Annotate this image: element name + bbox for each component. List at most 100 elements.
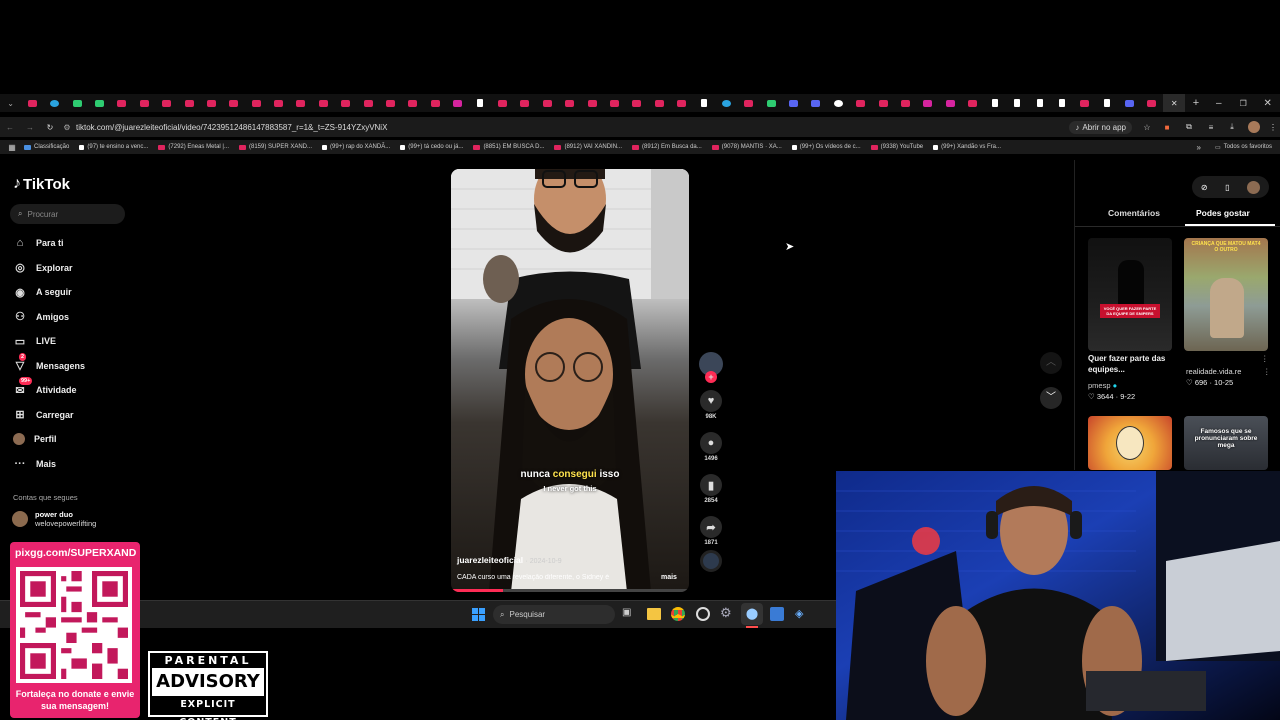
tab-may-like[interactable]: Podes gostar (1196, 208, 1250, 218)
browser-menu-icon[interactable]: ⋮ (1266, 123, 1280, 132)
video-card[interactable]: CRIANÇA QUE MATOU MAT4 O OUTRO (1184, 238, 1268, 351)
bookmark-icon[interactable]: ▮ (700, 474, 722, 496)
browser-tab[interactable] (626, 94, 648, 112)
browser-tab[interactable] (1006, 94, 1028, 112)
creator-avatar[interactable]: + (699, 352, 723, 383)
card-more-icon[interactable]: ⋮ (1263, 367, 1271, 377)
bookmarks-overflow-icon[interactable]: » (1197, 143, 1201, 152)
browser-tab[interactable] (1096, 94, 1118, 112)
settings-gear-icon[interactable]: ⚙ (720, 605, 732, 621)
browser-tab[interactable] (447, 94, 469, 112)
browser-tab[interactable] (782, 94, 804, 112)
browser-tab[interactable] (88, 94, 110, 112)
task-view-icon[interactable]: ▣ (622, 607, 636, 621)
bookmark-item[interactable]: (99+) Os vídeos de c... (791, 144, 861, 150)
bookmark-item[interactable]: (8912) VAI XANDIN... (554, 144, 622, 150)
browser-tab[interactable] (827, 94, 849, 112)
sidebar-item-perfil[interactable]: Perfil (0, 427, 140, 452)
scroll-up-button[interactable]: ︿ (1040, 352, 1062, 374)
all-bookmarks-link[interactable]: Todos os favoritos (1224, 144, 1272, 150)
browser-tab[interactable] (21, 94, 43, 112)
new-tab-button[interactable]: + (1185, 94, 1206, 112)
card-author-name[interactable]: pmesp (1088, 381, 1111, 390)
close-tab-icon[interactable]: ✕ (1163, 94, 1186, 112)
card-more-icon[interactable]: ⋮ (1261, 354, 1269, 364)
browser-tab[interactable] (1141, 94, 1163, 112)
sidebar-item-carregar[interactable]: ⊞ Carregar (0, 403, 140, 428)
browser-tab[interactable] (514, 94, 536, 112)
sidebar-item-para-ti[interactable]: ⌂ Para ti (0, 231, 140, 256)
bookmark-item[interactable]: (7292) Eneas Metal |... (158, 144, 229, 150)
bookmark-item[interactable]: (99+) tá cedo ou já... (400, 144, 463, 150)
video-more-link[interactable]: mais (661, 574, 677, 581)
sidebar-item-live[interactable]: ▭ LIVE (0, 329, 140, 354)
extensions-puzzle-icon[interactable]: ⧉ (1178, 122, 1200, 132)
bookmark-item[interactable]: (97) te ensino a venc... (79, 144, 148, 150)
user-avatar[interactable] (1247, 180, 1261, 194)
browser-tab[interactable] (1073, 94, 1095, 112)
browser-tab[interactable] (917, 94, 939, 112)
browser-tab[interactable] (805, 94, 827, 112)
tiktok-logo[interactable]: ♪ TikTok (13, 175, 70, 193)
browser-tab[interactable] (1051, 94, 1073, 112)
browser-tab[interactable] (155, 94, 177, 112)
browser-tab[interactable] (66, 94, 88, 112)
browser-tab[interactable] (1118, 94, 1140, 112)
video-progress[interactable] (451, 589, 689, 592)
browser-tab[interactable] (581, 94, 603, 112)
bookmark-item[interactable]: (9078) MANTIS · XA... (711, 144, 782, 150)
extension-icon[interactable]: ■ (1156, 123, 1178, 132)
browser-tab[interactable] (939, 94, 961, 112)
video-card[interactable]: Famosos que se pronunciaram sobre mega (1184, 416, 1268, 470)
tab-search-menu-icon[interactable]: ⌄ (0, 94, 21, 112)
browser-tab[interactable] (670, 94, 692, 112)
browser-tab[interactable] (200, 94, 222, 112)
browser-tab[interactable] (738, 94, 760, 112)
sidebar-item-amigos[interactable]: ⚇ Amigos (0, 305, 140, 330)
sidebar-item-a-seguir[interactable]: ◉ A seguir (0, 280, 140, 305)
browser-tab[interactable] (603, 94, 625, 112)
close-window-button[interactable]: ✕ (1256, 98, 1280, 109)
browser-tab[interactable] (290, 94, 312, 112)
search-box[interactable]: ⌕ Procurar (10, 204, 125, 224)
profile-avatar[interactable] (1248, 121, 1260, 133)
browser-tab[interactable] (715, 94, 737, 112)
browser-tab[interactable] (223, 94, 245, 112)
compass-icon[interactable]: ⊘ (1201, 183, 1208, 192)
bookmark-item[interactable]: (8851) EM BUSCA D... (473, 144, 544, 150)
comment-icon[interactable]: ● (700, 432, 722, 454)
browser-tab[interactable] (760, 94, 782, 112)
browser-tab[interactable] (469, 94, 491, 112)
steam-icon[interactable]: ⬤ (741, 603, 763, 625)
apps-grid-icon[interactable]: ▦ (0, 143, 24, 152)
url-field[interactable]: tiktok.com/@juarezleiteoficial/video/742… (76, 123, 1069, 132)
card-title[interactable]: realidade.vida.re (1186, 367, 1241, 377)
browser-tab[interactable] (648, 94, 670, 112)
follow-plus-icon[interactable]: + (705, 371, 717, 383)
like-heart-icon[interactable]: ♥ (700, 390, 722, 412)
browser-tab[interactable] (312, 94, 334, 112)
browser-tab[interactable] (245, 94, 267, 112)
maximize-button[interactable]: ❐ (1231, 99, 1256, 108)
media-icon[interactable]: ≡ (1200, 123, 1222, 132)
browser-tab[interactable] (379, 94, 401, 112)
video-player[interactable]: nunca consegui isso I never got this jua… (451, 169, 689, 592)
sidebar-item-mensagens[interactable]: ▽ 2 Mensagens (0, 352, 140, 379)
following-item[interactable]: power duo welovepowerlifting (12, 510, 96, 528)
video-card[interactable] (1088, 416, 1172, 470)
sidebar-item-atividade[interactable]: ✉ 99+ Atividade (0, 377, 140, 403)
bookmark-item[interactable]: (9338) YouTube (870, 144, 923, 150)
forward-icon[interactable]: → (20, 123, 40, 132)
bookmark-item[interactable]: (99+) rap do XANDÃ... (322, 144, 390, 150)
app-icon[interactable] (770, 607, 784, 621)
browser-tab[interactable] (850, 94, 872, 112)
site-info-icon[interactable]: ⚙ (60, 123, 74, 132)
share-arrow-icon[interactable]: ➦ (700, 516, 722, 538)
bookmark-item[interactable]: (99+) Xandão vs Fra... (933, 144, 1001, 150)
browser-tab[interactable] (536, 94, 558, 112)
browser-tab[interactable] (267, 94, 289, 112)
taskbar-search[interactable]: ⌕ Pesquisar (493, 605, 615, 624)
browser-tab[interactable] (491, 94, 513, 112)
browser-tab[interactable] (558, 94, 580, 112)
bookmark-item[interactable]: Classificação (24, 144, 69, 150)
